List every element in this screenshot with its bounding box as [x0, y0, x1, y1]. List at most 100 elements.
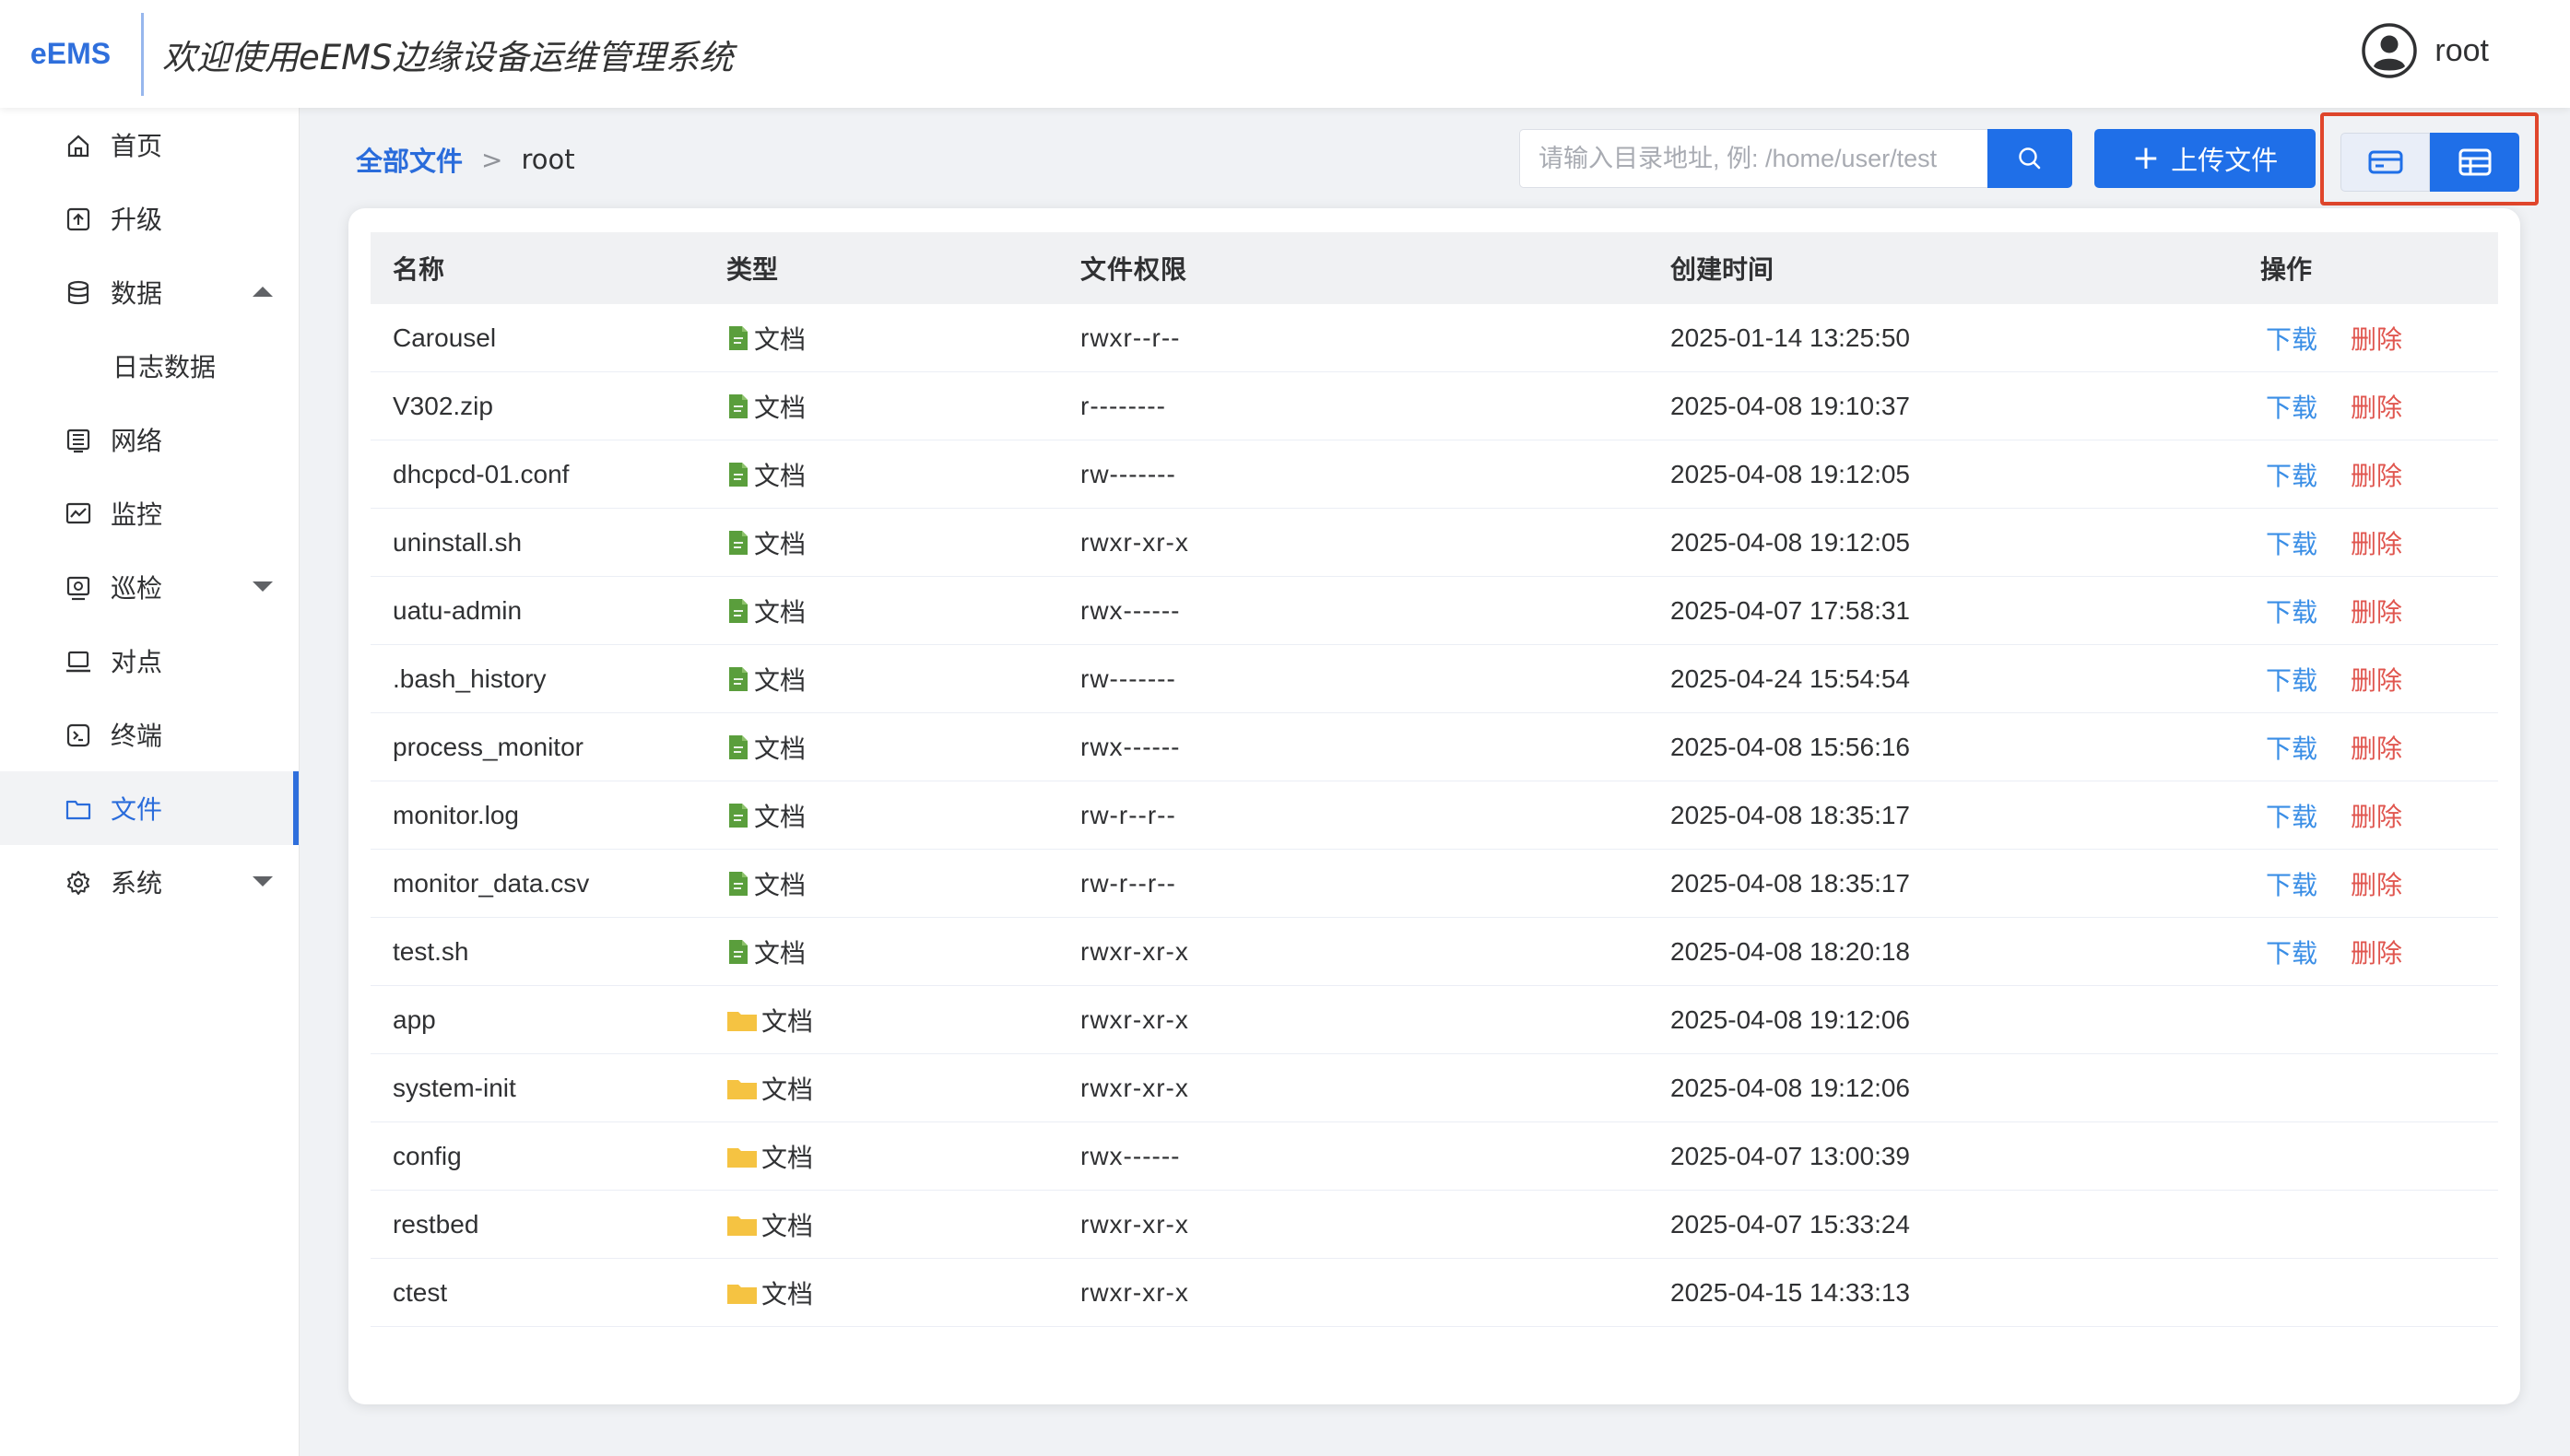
table-row[interactable]: monitor_data.csv 文档 rw-r--r-- 2025-04-08 18… — [371, 850, 2498, 918]
column-header-created-time[interactable]: 创建时间 — [1670, 250, 2260, 287]
file-name[interactable]: test.sh — [371, 937, 726, 967]
download-link[interactable]: 下载 — [2266, 933, 2317, 970]
chevron-up-icon[interactable] — [253, 287, 273, 297]
table-body: Carousel 文档 rwxr--r-- 2025-01-14 13:25:50 下载… — [371, 304, 2498, 1327]
table-row[interactable]: test.sh 文档 rwxr-xr-x 2025-04-08 18:20:18 下载删… — [371, 918, 2498, 986]
file-type: 文档 — [726, 593, 1080, 629]
table-row[interactable]: ctest 文档 rwxr-xr-x 2025-04-15 14:33:13 — [371, 1259, 2498, 1327]
table-row[interactable]: restbed 文档 rwxr-xr-x 2025-04-07 15:33:24 — [371, 1191, 2498, 1259]
chevron-down-icon[interactable] — [253, 876, 273, 887]
download-link[interactable]: 下载 — [2266, 797, 2317, 834]
file-name[interactable]: uninstall.sh — [371, 528, 726, 558]
card-view-button[interactable] — [2340, 133, 2430, 192]
sidebar-subitem-log-data[interactable]: 日志数据 — [0, 329, 299, 403]
table-row[interactable]: config 文档 rwx------ 2025-04-07 13:00:39 — [371, 1122, 2498, 1191]
file-created-time: 2025-04-08 18:35:17 — [1670, 868, 1910, 898]
sidebar-item-network[interactable]: 网络 — [0, 403, 299, 476]
download-link[interactable]: 下载 — [2266, 729, 2317, 766]
chevron-down-icon[interactable] — [253, 581, 273, 592]
download-link[interactable]: 下载 — [2266, 320, 2317, 357]
gear-icon — [67, 871, 89, 895]
file-type-label: 文档 — [754, 869, 807, 900]
file-name[interactable]: system-init — [371, 1074, 726, 1103]
folder-icon — [727, 1011, 757, 1031]
download-link[interactable]: 下载 — [2266, 865, 2317, 902]
delete-link[interactable]: 删除 — [2351, 797, 2402, 834]
upload-file-button[interactable]: + 上传文件 — [2094, 129, 2316, 188]
file-table: 名称 类型 文件权限 创建时间 操作 Carousel 文档 rwxr--r-- 20… — [371, 232, 2498, 1327]
file-name[interactable]: Carousel — [371, 323, 726, 353]
column-header-permission[interactable]: 文件权限 — [1080, 250, 1670, 287]
file-name[interactable]: dhcpcd-01.conf — [371, 460, 726, 489]
file-name[interactable]: ctest — [371, 1278, 726, 1308]
delete-link[interactable]: 删除 — [2351, 865, 2402, 902]
sidebar-item-inspection[interactable]: 巡检 — [0, 550, 299, 624]
sidebar-item-label: 数据 — [111, 278, 163, 309]
file-permission: rw------- — [1080, 459, 1176, 488]
download-link[interactable]: 下载 — [2266, 456, 2317, 493]
directory-search-input[interactable] — [1519, 129, 1987, 188]
user-avatar-icon[interactable] — [2361, 22, 2418, 79]
sidebar-item-data[interactable]: 数据 — [0, 255, 299, 329]
sidebar-item-files[interactable]: 文件 — [0, 771, 299, 845]
document-icon — [729, 871, 748, 896]
file-name[interactable]: app — [371, 1005, 726, 1035]
file-type: 文档 — [726, 456, 1080, 493]
download-link[interactable]: 下载 — [2266, 593, 2317, 629]
sidebar-item-home[interactable]: 首页 — [0, 108, 299, 182]
file-created-time: 2025-04-15 14:33:13 — [1670, 1277, 1910, 1307]
user-menu[interactable]: root — [2361, 22, 2489, 79]
delete-link[interactable]: 删除 — [2351, 593, 2402, 629]
file-name[interactable]: restbed — [371, 1210, 726, 1239]
delete-link[interactable]: 删除 — [2351, 661, 2402, 698]
file-type-label: 文档 — [754, 801, 807, 832]
sidebar-item-upgrade[interactable]: 升级 — [0, 182, 299, 255]
file-name[interactable]: process_monitor — [371, 733, 726, 762]
table-row[interactable]: app 文档 rwxr-xr-x 2025-04-08 19:12:06 — [371, 986, 2498, 1054]
sidebar-item-point[interactable]: 对点 — [0, 624, 299, 698]
table-row[interactable]: monitor.log 文档 rw-r--r-- 2025-04-08 18:35:1… — [371, 781, 2498, 850]
sidebar-item-system[interactable]: 系统 — [0, 845, 299, 919]
table-row[interactable]: dhcpcd-01.conf 文档 rw------- 2025-04-08 19:1… — [371, 440, 2498, 509]
search-button[interactable] — [1987, 129, 2072, 188]
file-name[interactable]: monitor_data.csv — [371, 869, 726, 898]
delete-link[interactable]: 删除 — [2351, 388, 2402, 425]
sidebar-item-monitor[interactable]: 监控 — [0, 476, 299, 550]
app-header: eEMS 欢迎使用eEMS边缘设备运维管理系统 root — [0, 0, 2570, 108]
column-header-type[interactable]: 类型 — [726, 250, 1080, 287]
view-mode-toggle — [2320, 112, 2539, 205]
table-row[interactable]: process_monitor 文档 rwx------ 2025-04-08 15:… — [371, 713, 2498, 781]
table-row[interactable]: uninstall.sh 文档 rwxr-xr-x 2025-04-08 19:12:… — [371, 509, 2498, 577]
file-permission: rwxr-xr-x — [1080, 1004, 1189, 1034]
download-link[interactable]: 下载 — [2266, 388, 2317, 425]
file-name[interactable]: .bash_history — [371, 664, 726, 694]
app-logo[interactable]: eEMS — [0, 37, 141, 71]
table-row[interactable]: system-init 文档 rwxr-xr-x 2025-04-08 19:12:0… — [371, 1054, 2498, 1122]
file-name[interactable]: V302.zip — [371, 392, 726, 421]
delete-link[interactable]: 删除 — [2351, 320, 2402, 357]
document-icon — [729, 666, 748, 691]
file-permission: rwxr-xr-x — [1080, 1073, 1189, 1102]
file-name[interactable]: uatu-admin — [371, 596, 726, 626]
breadcrumb-root-link[interactable]: 全部文件 — [356, 140, 463, 179]
download-link[interactable]: 下载 — [2266, 524, 2317, 561]
table-row[interactable]: V302.zip 文档 r-------- 2025-04-08 19:10:37 下载… — [371, 372, 2498, 440]
folder-icon — [727, 1284, 757, 1304]
file-name[interactable]: config — [371, 1142, 726, 1171]
delete-link[interactable]: 删除 — [2351, 729, 2402, 766]
table-row[interactable]: Carousel 文档 rwxr--r-- 2025-01-14 13:25:50 下载… — [371, 304, 2498, 372]
document-icon — [729, 393, 748, 418]
sidebar-item-terminal[interactable]: 终端 — [0, 698, 299, 771]
file-created-time: 2025-04-08 18:20:18 — [1670, 936, 1910, 966]
table-row[interactable]: .bash_history 文档 rw------- 2025-04-24 15:54… — [371, 645, 2498, 713]
user-name[interactable]: root — [2434, 33, 2489, 69]
delete-link[interactable]: 删除 — [2351, 933, 2402, 970]
delete-link[interactable]: 删除 — [2351, 524, 2402, 561]
delete-link[interactable]: 删除 — [2351, 456, 2402, 493]
table-view-button[interactable] — [2430, 133, 2519, 192]
download-link[interactable]: 下载 — [2266, 661, 2317, 698]
file-type-label: 文档 — [754, 528, 807, 559]
column-header-name[interactable]: 名称 — [371, 250, 726, 287]
table-row[interactable]: uatu-admin 文档 rwx------ 2025-04-07 17:58:31… — [371, 577, 2498, 645]
file-name[interactable]: monitor.log — [371, 801, 726, 830]
